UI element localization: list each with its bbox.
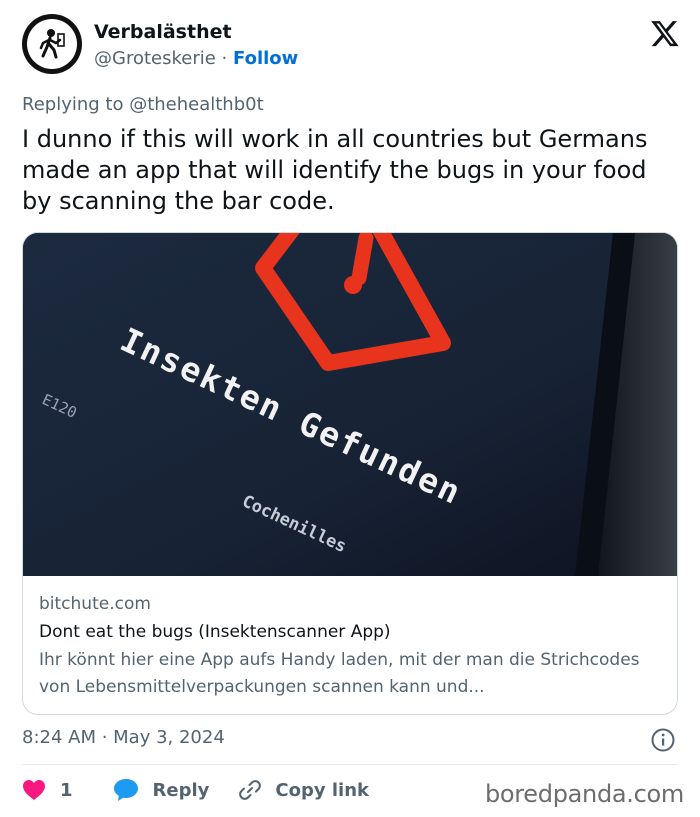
person-walking-icon <box>27 19 77 69</box>
card-title: Dont eat the bugs (Insektenscanner App) <box>39 622 391 642</box>
watermark: boredpanda.com <box>484 780 684 808</box>
display-name[interactable]: Verbalästhet <box>94 20 298 44</box>
x-logo-icon[interactable] <box>650 18 680 48</box>
timestamp[interactable]: 8:24 AM · May 3, 2024 <box>22 726 225 750</box>
separator: · <box>221 48 228 69</box>
card-domain: bitchute.com <box>39 594 151 614</box>
like-button[interactable]: 1 <box>22 779 73 801</box>
info-icon[interactable] <box>650 727 676 753</box>
copy-link-label: Copy link <box>275 779 369 801</box>
replying-to[interactable]: Replying to @thehealthb0t <box>22 93 264 117</box>
author-block: Verbalästhet @Groteskerie · Follow <box>94 20 298 72</box>
reply-label: Reply <box>152 779 210 801</box>
copy-link-button[interactable]: Copy link <box>237 777 369 803</box>
tweet-header: Verbalästhet @Groteskerie · Follow <box>22 14 682 80</box>
follow-button[interactable]: Follow <box>233 48 298 69</box>
card-description: Ihr könnt hier eine App aufs Handy laden… <box>39 650 640 697</box>
like-count: 1 <box>60 779 73 801</box>
avatar[interactable] <box>22 14 82 74</box>
handle-row: @Groteskerie · Follow <box>94 46 298 72</box>
tweet-text: I dunno if this will work in all countri… <box>22 125 648 215</box>
reply-bubble-icon <box>113 779 138 801</box>
divider <box>22 764 678 765</box>
link-card[interactable]: Insekten Gefunden E120 Cochenilles bitch… <box>22 232 678 715</box>
handle[interactable]: @Groteskerie <box>94 48 216 69</box>
card-meta: bitchute.com Dont eat the bugs (Insekten… <box>39 591 665 701</box>
card-image: Insekten Gefunden E120 Cochenilles <box>23 233 677 576</box>
heart-icon <box>23 780 45 800</box>
action-bar: 1 Reply Copy link <box>22 775 369 805</box>
link-icon <box>239 780 262 800</box>
reply-button[interactable]: Reply <box>113 778 210 802</box>
